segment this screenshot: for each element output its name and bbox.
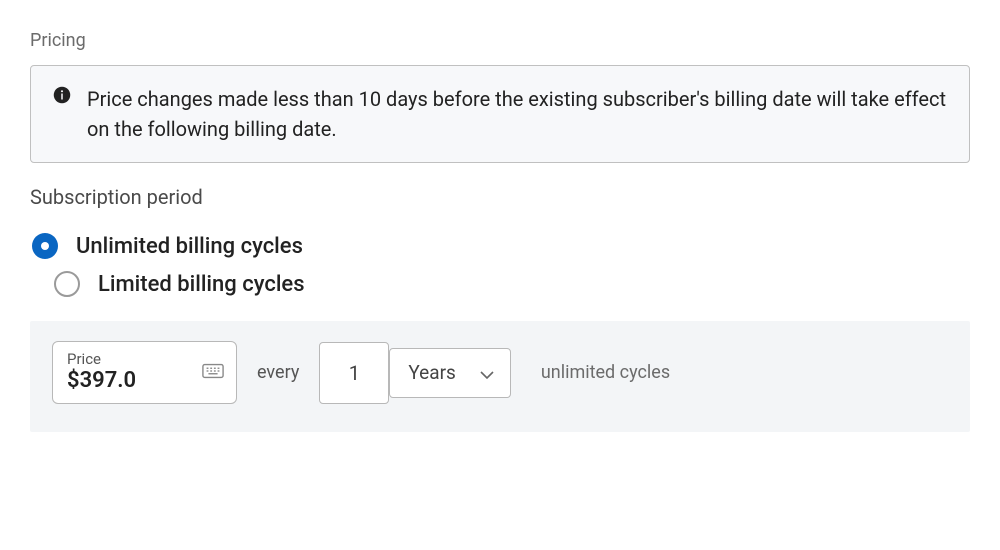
info-icon: [53, 86, 71, 108]
interval-count-input[interactable]: 1: [319, 342, 389, 404]
radio-limited-billing[interactable]: Limited billing cycles: [32, 271, 970, 297]
radio-button-selected-icon: [32, 233, 58, 259]
pricing-config-panel: Price $397.0 every 1 Years unlimited cyc…: [30, 321, 970, 432]
keyboard-icon: [202, 363, 224, 383]
price-input[interactable]: Price $397.0: [52, 341, 237, 404]
radio-unlimited-billing[interactable]: Unlimited billing cycles: [32, 233, 970, 259]
radio-limited-label: Limited billing cycles: [98, 272, 305, 297]
price-label: Price: [67, 350, 222, 368]
pricing-heading: Pricing: [30, 30, 970, 51]
subscription-period-heading: Subscription period: [30, 185, 970, 209]
interval-unit-select[interactable]: Years: [389, 348, 510, 398]
every-label: every: [257, 362, 299, 383]
pricing-info-text: Price changes made less than 10 days bef…: [87, 84, 947, 144]
price-value: $397.0: [67, 368, 222, 393]
radio-button-unselected-icon: [54, 271, 80, 297]
billing-cycle-radio-group: Unlimited billing cycles Limited billing…: [30, 233, 970, 297]
interval-unit-value: Years: [408, 361, 455, 384]
radio-unlimited-label: Unlimited billing cycles: [76, 234, 303, 259]
chevron-down-icon: [480, 361, 494, 384]
cycles-summary-text: unlimited cycles: [541, 362, 670, 383]
pricing-info-box: Price changes made less than 10 days bef…: [30, 65, 970, 163]
interval-count-value: 1: [349, 361, 360, 385]
